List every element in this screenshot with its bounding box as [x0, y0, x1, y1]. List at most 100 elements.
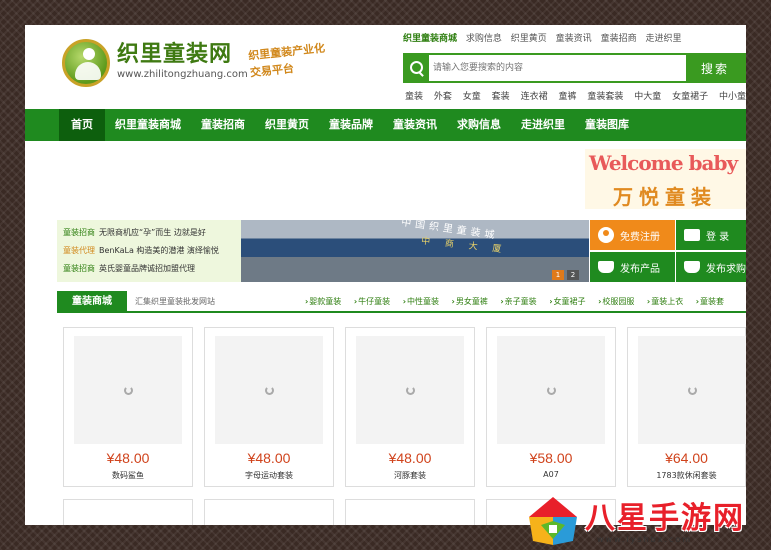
product-name[interactable]: A07: [487, 470, 615, 479]
toplink-news[interactable]: 童装资讯: [556, 34, 592, 44]
welcome-line1: Welcome baby: [589, 151, 738, 175]
news-text: BenKaLa 构造美的潜港 演绎愉悦: [99, 246, 219, 255]
news-tag: 童装招商: [63, 264, 95, 273]
watermark-logo-icon: [529, 497, 577, 545]
slide-indicators: 1 2: [552, 270, 579, 280]
product-card[interactable]: ¥48.00 河豚套装: [345, 327, 475, 487]
hotword[interactable]: 中小童: [719, 92, 746, 102]
hotword[interactable]: 中大童: [634, 92, 661, 102]
mall-title[interactable]: 童装商城: [57, 291, 127, 313]
cart-icon: [684, 261, 700, 273]
category-link[interactable]: 中性童装: [403, 297, 439, 306]
product-image[interactable]: [356, 336, 464, 444]
toplink-purchase[interactable]: 求购信息: [466, 34, 502, 44]
search-icon: [405, 55, 429, 81]
news-item[interactable]: 童装招商 英氏婴童品牌诚招加盟代理: [63, 260, 235, 278]
login-label: 登 录: [706, 231, 730, 243]
nav-news[interactable]: 童装资讯: [383, 109, 447, 141]
product-price: ¥58.00: [529, 450, 573, 466]
product-card[interactable]: [345, 499, 475, 525]
product-price: ¥48.00: [247, 450, 291, 466]
main-nav: 首页 织里童装商城 童装招商 织里黄页 童装品牌 童装资讯 求购信息 走进织里 …: [25, 109, 746, 141]
mall-bar: 童装商城 汇集织里童装批发网站 婴款童装 牛仔童装 中性童装 男女童裤 亲子童装…: [57, 291, 746, 313]
nav-yellowpages[interactable]: 织里黄页: [255, 109, 319, 141]
hotword[interactable]: 童裤: [558, 92, 576, 102]
logo-icon[interactable]: [62, 39, 110, 87]
nav-about[interactable]: 走进织里: [511, 109, 575, 141]
product-name[interactable]: 1783款休闲套装: [628, 470, 745, 481]
category-link[interactable]: 牛仔童装: [354, 297, 390, 306]
hotword[interactable]: 童装: [405, 92, 423, 102]
product-card[interactable]: [204, 499, 334, 525]
slogan: 织里童装产业化 交易平台: [247, 41, 326, 80]
product-image[interactable]: [497, 336, 605, 444]
login-button[interactable]: 登 录: [676, 220, 746, 250]
search-button[interactable]: 搜索: [686, 55, 744, 81]
news-item[interactable]: 童装代理 BenKaLa 构造美的潜港 演绎愉悦: [63, 242, 235, 260]
category-link[interactable]: 童装上衣: [647, 297, 683, 306]
header: 织里童装网 www.zhilitongzhuang.com 织里童装产业化 交易…: [25, 25, 746, 109]
nav-mall[interactable]: 织里童装商城: [105, 109, 191, 141]
register-button[interactable]: 免费注册: [590, 220, 675, 250]
nav-home[interactable]: 首页: [59, 109, 105, 141]
product-card[interactable]: [63, 499, 193, 525]
mall-subtitle: 汇集织里童装批发网站: [135, 297, 215, 306]
category-link[interactable]: 男女童裤: [452, 297, 488, 306]
loading-icon: [265, 386, 274, 395]
product-card[interactable]: ¥58.00 A07: [486, 327, 616, 487]
product-image[interactable]: [74, 336, 182, 444]
product-price: ¥64.00: [665, 450, 708, 466]
category-link[interactable]: 亲子童装: [500, 297, 536, 306]
toplink-yellowpages[interactable]: 织里黄页: [511, 34, 547, 44]
hotword[interactable]: 套装: [492, 92, 510, 102]
news-text: 无限商机应“孕”而生 边就是好: [99, 228, 206, 237]
hotword[interactable]: 女童: [463, 92, 481, 102]
product-name[interactable]: 河豚套装: [346, 470, 474, 481]
welcome-line2: 万悦童装: [613, 185, 717, 209]
logo-title[interactable]: 织里童装网: [117, 36, 232, 68]
product-image[interactable]: [215, 336, 323, 444]
publish-product-button[interactable]: 发布产品: [590, 252, 675, 282]
loading-icon: [124, 386, 133, 395]
product-card[interactable]: ¥48.00 数码鲨鱼: [63, 327, 193, 487]
category-link[interactable]: 校服园服: [598, 297, 634, 306]
search-bar: 搜索: [403, 53, 746, 83]
hotword[interactable]: 女童裙子: [672, 92, 708, 102]
product-name[interactable]: 字母运动套装: [205, 470, 333, 481]
slide-dot[interactable]: 1: [552, 270, 564, 280]
hotword[interactable]: 外套: [434, 92, 452, 102]
nav-gallery[interactable]: 童装图库: [575, 109, 639, 141]
loading-icon: [406, 386, 415, 395]
watermark: 八星手游网 www.lyshbx.com: [527, 493, 771, 550]
toplink-mall[interactable]: 织里童装商城: [403, 34, 457, 44]
slide-dot[interactable]: 2: [567, 270, 579, 280]
toplink-franchise[interactable]: 童装招商: [601, 34, 637, 44]
product-card[interactable]: ¥64.00 1783款休闲套装: [627, 327, 746, 487]
news-tag: 童装招商: [63, 228, 95, 237]
product-price: ¥48.00: [388, 450, 432, 466]
product-image[interactable]: [638, 336, 746, 444]
product-card[interactable]: ¥48.00 字母运动套装: [204, 327, 334, 487]
welcome-ad[interactable]: Welcome baby 万悦童装: [585, 149, 746, 209]
hotword[interactable]: 童装套装: [587, 92, 623, 102]
search-input[interactable]: [429, 55, 686, 81]
banner-photo[interactable]: 中国织里童装城 中 商 大 厦 1 2: [241, 220, 589, 282]
top-links: 织里童装商城 求购信息 织里黄页 童装资讯 童装招商 走进织里: [403, 31, 687, 44]
news-text: 英氏婴童品牌诚招加盟代理: [99, 264, 195, 273]
nav-franchise[interactable]: 童装招商: [191, 109, 255, 141]
loading-icon: [688, 386, 697, 395]
publish-request-button[interactable]: 发布求购: [676, 252, 746, 282]
page: 织里童装网 www.zhilitongzhuang.com 织里童装产业化 交易…: [25, 25, 746, 525]
action-panel: 免费注册 登 录 发布产品 发布求购: [590, 220, 746, 282]
category-link[interactable]: 婴款童装: [305, 297, 341, 306]
category-link[interactable]: 童装套: [696, 297, 724, 306]
nav-brands[interactable]: 童装品牌: [319, 109, 383, 141]
product-name[interactable]: 数码鲨鱼: [64, 470, 192, 481]
nav-purchase[interactable]: 求购信息: [447, 109, 511, 141]
cart-icon: [598, 261, 614, 273]
user-icon: [598, 227, 614, 243]
hotword[interactable]: 连衣裙: [521, 92, 548, 102]
category-link[interactable]: 女童裙子: [549, 297, 585, 306]
toplink-about[interactable]: 走进织里: [645, 34, 681, 44]
news-item[interactable]: 童装招商 无限商机应“孕”而生 边就是好: [63, 224, 235, 242]
